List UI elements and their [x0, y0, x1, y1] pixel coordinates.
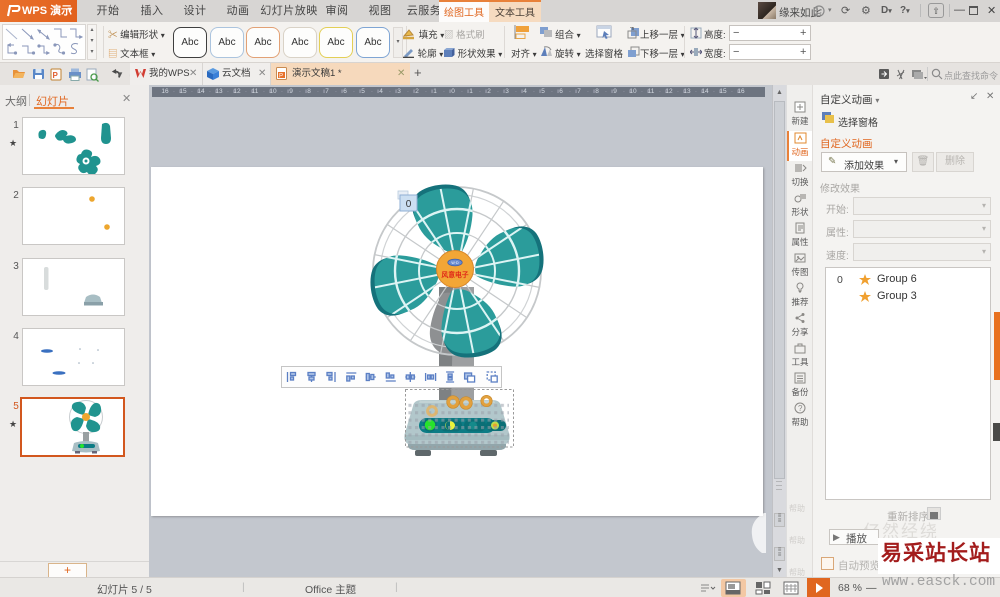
svg-text:W·D: W·D [451, 261, 459, 265]
svg-text:0: 0 [406, 199, 412, 210]
svg-text:?: ? [798, 404, 803, 413]
svg-text:风意电子: 风意电子 [441, 270, 468, 279]
svg-text:P: P [53, 71, 59, 80]
svg-text:P: P [279, 74, 283, 80]
